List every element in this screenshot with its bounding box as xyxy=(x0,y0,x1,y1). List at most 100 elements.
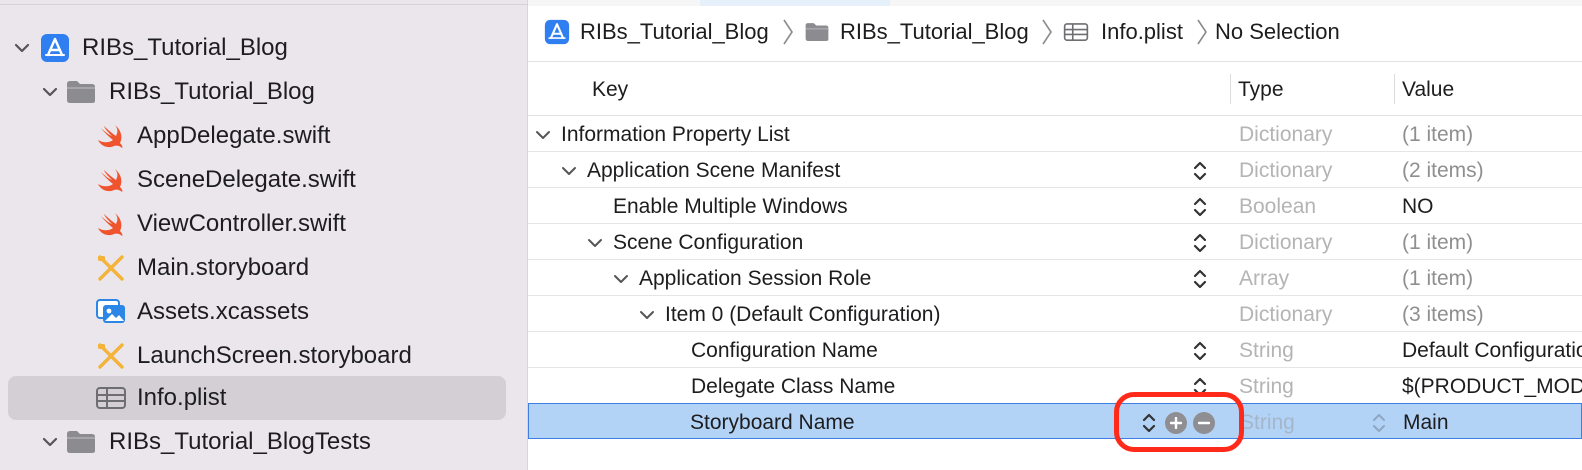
plist-column-header: Key Type Value xyxy=(528,62,1582,116)
plist-value: (1 item) xyxy=(1402,267,1474,290)
column-header-type[interactable]: Type xyxy=(1238,78,1284,102)
breadcrumb-file[interactable]: Info.plist xyxy=(1063,16,1183,48)
folder-icon xyxy=(804,21,830,43)
plist-type[interactable]: Dictionary xyxy=(1239,159,1332,183)
chevron-down-icon[interactable] xyxy=(12,38,32,58)
tab-strip xyxy=(528,0,1582,6)
plist-key[interactable]: Application Scene Manifest xyxy=(587,159,840,183)
key-stepper-icon[interactable] xyxy=(1190,158,1210,184)
column-divider[interactable] xyxy=(1394,74,1395,104)
plist-key[interactable]: Application Session Role xyxy=(639,267,871,291)
chevron-down-icon[interactable] xyxy=(638,306,656,324)
breadcrumb-separator-icon xyxy=(1042,19,1052,45)
nav-item-file-selected[interactable]: Info.plist xyxy=(0,376,528,420)
breadcrumb-label: Info.plist xyxy=(1101,19,1183,44)
key-stepper-icon[interactable] xyxy=(1190,266,1210,292)
plist-value: (2 items) xyxy=(1402,159,1484,182)
nav-item-label: RIBs_Tutorial_BlogTests xyxy=(109,428,371,455)
breadcrumb-label: RIBs_Tutorial_Blog xyxy=(840,19,1029,44)
nav-item-file[interactable]: Main.storyboard xyxy=(0,246,528,290)
chevron-down-icon[interactable] xyxy=(612,270,630,288)
plist-type[interactable]: String xyxy=(1240,411,1295,435)
plist-value: (1 item) xyxy=(1402,231,1474,254)
column-header-value[interactable]: Value xyxy=(1402,78,1454,102)
nav-item-label: Assets.xcassets xyxy=(137,298,310,325)
plist-key[interactable]: Delegate Class Name xyxy=(691,375,895,399)
folder-icon xyxy=(64,75,98,109)
plist-value[interactable]: NO xyxy=(1402,195,1434,219)
plist-value[interactable]: Default Configuration xyxy=(1402,339,1582,363)
plist-row[interactable]: Information Property List Dictionary (1 … xyxy=(528,116,1582,152)
chevron-down-icon[interactable] xyxy=(560,162,578,180)
plist-key[interactable]: Enable Multiple Windows xyxy=(613,195,848,219)
folder-icon xyxy=(64,425,98,459)
plist-key[interactable]: Configuration Name xyxy=(691,339,878,363)
xcode-project-icon xyxy=(38,31,72,65)
storyboard-icon xyxy=(94,339,128,373)
breadcrumb-group[interactable]: RIBs_Tutorial_Blog xyxy=(804,16,1029,48)
plist-row-selected[interactable]: Storyboard Name String Main xyxy=(528,403,1582,439)
nav-item-file[interactable]: LaunchScreen.storyboard xyxy=(0,334,528,378)
chevron-down-icon[interactable] xyxy=(40,82,60,102)
nav-item-group[interactable]: RIBs_Tutorial_BlogTests xyxy=(0,420,528,464)
nav-item-label: SceneDelegate.swift xyxy=(137,166,356,193)
breadcrumb-separator-icon xyxy=(783,19,793,45)
key-stepper-icon[interactable] xyxy=(1190,230,1210,256)
plist-type[interactable]: String xyxy=(1239,375,1294,399)
plist-value[interactable]: Main xyxy=(1403,411,1449,435)
plist-row[interactable]: Configuration Name String Default Config… xyxy=(528,332,1582,368)
nav-item-label: ViewController.swift xyxy=(137,210,346,237)
breadcrumb-project[interactable]: RIBs_Tutorial_Blog xyxy=(544,16,769,48)
plist-row[interactable]: Scene Configuration Dictionary (1 item) xyxy=(528,224,1582,260)
swift-file-icon xyxy=(94,163,128,197)
plist-key[interactable]: Information Property List xyxy=(561,123,790,147)
nav-item-file[interactable]: Assets.xcassets xyxy=(0,290,528,334)
column-header-key[interactable]: Key xyxy=(592,78,628,102)
plist-type[interactable]: Dictionary xyxy=(1239,231,1332,255)
asset-catalog-icon xyxy=(94,295,128,329)
navigator-divider xyxy=(0,4,528,5)
plist-value[interactable]: $(PRODUCT_MODULE_NAME).SceneDelegate xyxy=(1402,375,1582,399)
plist-table-icon xyxy=(1063,21,1089,43)
nav-item-label: AppDelegate.swift xyxy=(137,122,331,149)
plist-row[interactable]: Item 0 (Default Configuration) Dictionar… xyxy=(528,296,1582,332)
swift-file-icon xyxy=(94,119,128,153)
plist-editor: RIBs_Tutorial_Blog RIBs_Tutorial_Blog In… xyxy=(528,0,1582,470)
key-stepper-icon[interactable] xyxy=(1190,194,1210,220)
plist-type[interactable]: String xyxy=(1239,339,1294,363)
plist-key[interactable]: Scene Configuration xyxy=(613,231,803,255)
nav-item-file[interactable]: AppDelegate.swift xyxy=(0,114,528,158)
swift-file-icon xyxy=(94,207,128,241)
breadcrumb-separator-icon xyxy=(1197,19,1207,45)
nav-item-label: RIBs_Tutorial_Blog xyxy=(82,34,288,61)
plist-type[interactable]: Array xyxy=(1239,267,1289,291)
plist-row[interactable]: Application Scene Manifest Dictionary (2… xyxy=(528,152,1582,188)
plist-value: (1 item) xyxy=(1402,123,1474,146)
chevron-down-icon[interactable] xyxy=(534,126,552,144)
nav-item-label: Main.storyboard xyxy=(137,254,310,281)
nav-item-file[interactable]: SceneDelegate.swift xyxy=(0,158,528,202)
plist-key[interactable]: Item 0 (Default Configuration) xyxy=(665,303,940,327)
chevron-down-icon[interactable] xyxy=(586,234,604,252)
nav-item-file[interactable]: ViewController.swift xyxy=(0,202,528,246)
jump-bar: RIBs_Tutorial_Blog RIBs_Tutorial_Blog In… xyxy=(528,0,1582,62)
plist-row[interactable]: Enable Multiple Windows Boolean NO xyxy=(528,188,1582,224)
xcode-project-icon xyxy=(544,19,570,45)
annotation-highlight-ring xyxy=(1114,392,1244,452)
chevron-down-icon[interactable] xyxy=(40,432,60,452)
plist-value: (3 items) xyxy=(1402,303,1484,326)
type-popup-stepper-icon[interactable] xyxy=(1369,410,1389,436)
key-stepper-icon[interactable] xyxy=(1190,338,1210,364)
breadcrumb-selection[interactable]: No Selection xyxy=(1215,16,1340,48)
breadcrumb-label: No Selection xyxy=(1215,19,1340,44)
nav-item-project[interactable]: RIBs_Tutorial_Blog xyxy=(0,26,528,70)
plist-type[interactable]: Dictionary xyxy=(1239,303,1332,327)
plist-row[interactable]: Application Session Role Array (1 item) xyxy=(528,260,1582,296)
plist-key[interactable]: Storyboard Name xyxy=(690,411,855,435)
plist-type[interactable]: Boolean xyxy=(1239,195,1316,219)
column-divider[interactable] xyxy=(1230,74,1231,104)
plist-row[interactable]: Delegate Class Name String $(PRODUCT_MOD… xyxy=(528,368,1582,404)
plist-type[interactable]: Dictionary xyxy=(1239,123,1332,147)
nav-item-group[interactable]: RIBs_Tutorial_Blog xyxy=(0,70,528,114)
nav-item-label: Info.plist xyxy=(137,384,227,411)
